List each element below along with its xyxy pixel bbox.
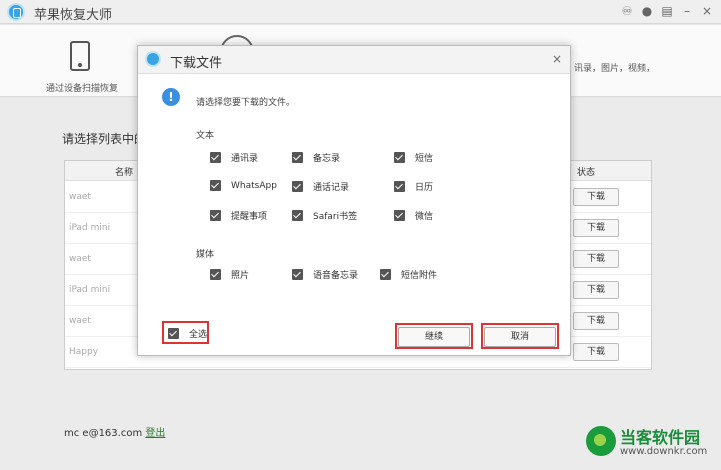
checkbox-checked-icon	[210, 180, 221, 191]
dialog-close-button[interactable]: ×	[552, 52, 562, 66]
window-controls: ♾ ● ▤ – ×	[621, 5, 713, 17]
checkbox-checked-icon	[292, 210, 303, 221]
phone-icon[interactable]	[70, 41, 90, 71]
checkbox-checked-icon	[168, 328, 179, 339]
chat-icon[interactable]: ●	[641, 5, 653, 17]
cancel-button[interactable]: 取消	[484, 327, 556, 347]
download-button[interactable]: 下载	[573, 343, 619, 361]
checkbox-checked-icon	[394, 210, 405, 221]
minimize-icon[interactable]: –	[681, 5, 693, 17]
download-button[interactable]: 下载	[573, 250, 619, 268]
download-button[interactable]: 下载	[573, 281, 619, 299]
checkbox-checked-icon	[394, 181, 405, 192]
checkbox-calendar[interactable]: 日历	[394, 180, 433, 193]
checkbox-reminders[interactable]: 提醒事项	[210, 209, 267, 222]
watermark-name: 当客软件园	[620, 428, 701, 447]
checkbox-whatsapp[interactable]: WhatsApp	[210, 180, 277, 191]
weibo-icon[interactable]: ♾	[621, 5, 633, 17]
info-icon: !	[162, 88, 180, 106]
watermark: 当客软件园 www.downkr.com	[586, 424, 716, 466]
scan-mode-label[interactable]: 通过设备扫描恢复	[46, 81, 118, 94]
column-name-header: 名称	[115, 168, 134, 178]
checkbox-contacts[interactable]: 通讯录	[210, 151, 258, 164]
checkbox-wechat[interactable]: 微信	[394, 209, 433, 222]
list-title: 请选择列表中的	[62, 132, 147, 146]
close-icon[interactable]: ×	[701, 5, 713, 17]
column-status-header: 状态	[577, 168, 596, 178]
checkbox-checked-icon	[292, 152, 303, 163]
row-device-name: iPad mini	[69, 285, 111, 295]
dialog-header: 下载文件 ×	[138, 46, 570, 74]
checkbox-notes[interactable]: 备忘录	[292, 151, 340, 164]
checkbox-checked-icon	[292, 269, 303, 280]
row-device-name: waet	[69, 316, 91, 326]
app-title: 苹果恢复大师	[34, 8, 113, 23]
row-device-name: Happy	[69, 347, 99, 357]
account-email: mc e@163.com	[64, 428, 143, 439]
checkbox-call-log[interactable]: 通话记录	[292, 180, 349, 193]
watermark-logo-icon	[586, 426, 616, 456]
checkbox-photos[interactable]: 照片	[210, 268, 249, 281]
logout-link[interactable]: 登出	[145, 428, 165, 439]
menu-icon[interactable]: ▤	[661, 5, 673, 17]
checkbox-checked-icon	[210, 210, 221, 221]
text-section-label: 文本	[196, 131, 215, 141]
checkbox-sms-attachments[interactable]: 短信附件	[380, 268, 437, 281]
checkbox-checked-icon	[210, 269, 221, 280]
checkbox-checked-icon	[380, 269, 391, 280]
download-button[interactable]: 下载	[573, 312, 619, 330]
download-dialog: 下载文件 × ! 请选择您要下载的文件。 文本 通讯录 备忘录 短信 Whats…	[137, 45, 571, 356]
continue-button[interactable]: 继续	[398, 327, 470, 347]
row-device-name: iPad mini	[69, 223, 111, 233]
dialog-logo-icon	[145, 51, 161, 67]
checkbox-safari-bookmarks[interactable]: Safari书签	[292, 209, 357, 222]
checkbox-voice-memos[interactable]: 语音备忘录	[292, 268, 358, 281]
account-info: mc e@163.com 登出	[64, 424, 165, 439]
checkbox-checked-icon	[292, 181, 303, 192]
row-device-name: waet	[69, 192, 91, 202]
dialog-title: 下载文件	[170, 56, 223, 71]
checkbox-sms[interactable]: 短信	[394, 151, 433, 164]
checkbox-checked-icon	[210, 152, 221, 163]
media-section-label: 媒体	[196, 250, 215, 260]
download-button[interactable]: 下载	[573, 188, 619, 206]
watermark-url: www.downkr.com	[620, 446, 708, 457]
mode-hint-text: 讯录，图片，视频，	[574, 64, 656, 74]
checkbox-checked-icon	[394, 152, 405, 163]
download-button[interactable]: 下载	[573, 219, 619, 237]
title-bar: 苹果恢复大师 ♾ ● ▤ – ×	[0, 0, 721, 24]
app-logo-icon	[7, 3, 25, 21]
dialog-prompt: 请选择您要下载的文件。	[196, 98, 296, 108]
row-device-name: waet	[69, 254, 91, 264]
checkbox-select-all[interactable]: 全选	[168, 327, 207, 340]
